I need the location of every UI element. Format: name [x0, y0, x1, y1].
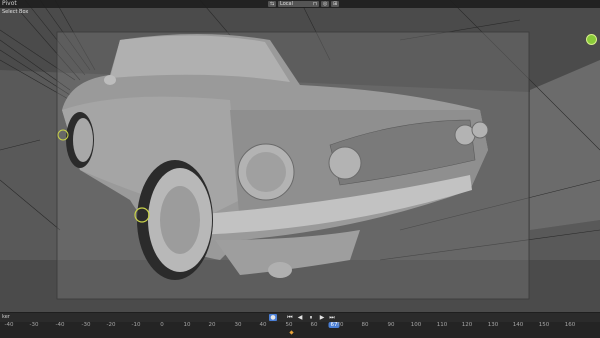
timeline-tick: -20 — [106, 322, 116, 328]
3d-viewport[interactable]: Pivot ⇆ Local ⊓ ◎ ⊞ Select Box — [0, 0, 600, 312]
grid-icon[interactable]: ⊞ — [331, 1, 340, 7]
timeline-tick: 30 — [234, 322, 242, 328]
timeline-tick: 100 — [410, 322, 422, 328]
timeline-tick: 60 — [310, 322, 318, 328]
navigation-gizmo-icon[interactable] — [586, 34, 597, 45]
viewport-scene — [0, 0, 600, 312]
timeline-menu[interactable]: ker — [2, 314, 10, 320]
timeline-tick: -40 — [4, 322, 14, 328]
timeline-tick: 20 — [208, 322, 216, 328]
timeline-tick: 160 — [564, 322, 576, 328]
timeline-tick: 130 — [487, 322, 499, 328]
timeline-tick: 80 — [361, 322, 369, 328]
timeline-tick: 70 — [336, 322, 344, 328]
timeline-tick: -30 — [29, 322, 39, 328]
magnet-icon[interactable]: ⊓ — [311, 1, 319, 7]
viewport-header: Pivot ⇆ Local ⊓ ◎ ⊞ — [0, 0, 600, 8]
jump-end-icon[interactable]: ⏭ — [328, 314, 336, 321]
timeline-tick: 150 — [538, 322, 550, 328]
timeline-tick: -10 — [131, 322, 141, 328]
timeline-tick: -40 — [55, 322, 65, 328]
timeline-tick: 10 — [183, 322, 191, 328]
timeline-ruler[interactable]: -40 -30 -40 -30 -20 -10 0 10 20 30 40 50 60 67 70 80 90 1… — [0, 322, 600, 338]
record-icon[interactable]: ● — [269, 314, 277, 321]
tool-label[interactable]: Select Box — [2, 9, 28, 15]
timeline-tick: -30 — [81, 322, 91, 328]
timeline-tick: 0 — [160, 322, 164, 328]
next-keyframe-icon[interactable]: ▶ — [318, 314, 326, 321]
timeline-tick: 40 — [259, 322, 267, 328]
timeline-tick: 110 — [436, 322, 448, 328]
timeline-tick: 120 — [461, 322, 473, 328]
circle-icon[interactable]: ◎ — [321, 1, 330, 7]
prev-keyframe-icon[interactable]: ◀ — [296, 314, 304, 321]
pivot-label[interactable]: Pivot — [2, 0, 17, 8]
timeline-tick: 140 — [512, 322, 524, 328]
play-icon[interactable]: ⏸ — [307, 314, 315, 321]
transform-orientation-icon[interactable]: ⇆ — [268, 1, 277, 7]
timeline-tick: 50 — [285, 322, 293, 328]
timeline-tick: 90 — [387, 322, 395, 328]
transform-orientation-dropdown[interactable]: Local — [278, 1, 312, 7]
jump-start-icon[interactable]: ⏮ — [286, 314, 294, 321]
